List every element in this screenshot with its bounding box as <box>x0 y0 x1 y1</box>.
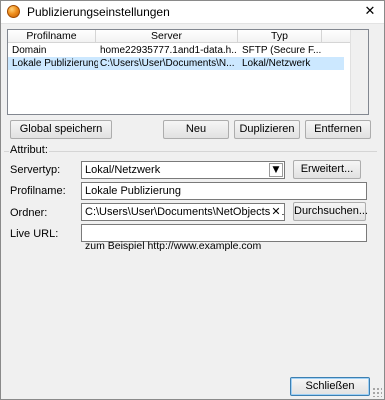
advanced-button[interactable]: Erweitert... <box>293 160 361 179</box>
clear-x-icon[interactable]: ✕ <box>270 204 282 220</box>
list-row-domain[interactable]: Domain home22935777.1and1-data.h... SFTP… <box>8 44 344 57</box>
list-header: Profilname Server Typ <box>8 30 368 44</box>
column-header-typ[interactable]: Typ <box>238 30 322 43</box>
profile-list[interactable]: Profilname Server Typ Domain home2293577… <box>7 29 369 115</box>
netobjects-app-icon <box>7 5 20 18</box>
cell-typ: Lokal/Netzwerk <box>242 58 311 69</box>
resize-grip-icon[interactable] <box>372 387 382 397</box>
column-header-filler <box>322 30 350 43</box>
server-type-select[interactable]: Lokal/Netzwerk ▼ <box>81 161 285 179</box>
profile-name-input[interactable]: Lokale Publizierung <box>81 182 367 200</box>
window-title: Publizierungseinstellungen <box>27 5 170 19</box>
column-header-server[interactable]: Server <box>96 30 238 43</box>
cell-server: C:\Users\User\Documents\N... <box>100 58 235 69</box>
browse-button[interactable]: Durchsuchen... <box>293 202 368 221</box>
cell-profilname: Lokale Publizierung <box>12 58 98 69</box>
cell-typ: SFTP (Secure F... <box>242 45 322 56</box>
cell-profilname: Domain <box>12 45 47 56</box>
live-url-example-hint: zum Beispiel http://www.example.com <box>85 240 262 252</box>
server-type-value: Lokal/Netzwerk <box>85 164 161 176</box>
title-bar: Publizierungseinstellungen ✕ <box>1 1 384 24</box>
attribute-group-label: Attribut: <box>9 144 49 156</box>
close-window-button[interactable]: ✕ <box>360 3 380 21</box>
chevron-down-icon[interactable]: ▼ <box>269 163 283 177</box>
duplicate-button[interactable]: Duplizieren <box>234 120 300 139</box>
profile-name-label: Profilname: <box>10 185 66 197</box>
global-save-button[interactable]: Global speichern <box>10 120 112 139</box>
server-type-label: Servertyp: <box>10 164 61 176</box>
remove-button[interactable]: Entfernen <box>305 120 371 139</box>
column-header-profilname[interactable]: Profilname <box>8 30 96 43</box>
folder-label: Ordner: <box>10 207 48 219</box>
live-url-label: Live URL: <box>10 228 59 240</box>
publish-settings-dialog: Publizierungseinstellungen ✕ Profilname … <box>0 0 385 400</box>
folder-value: C:\Users\User\Documents\NetObjects Fusio… <box>85 206 285 218</box>
close-button[interactable]: Schließen <box>290 377 370 396</box>
new-button[interactable]: Neu <box>163 120 229 139</box>
folder-input[interactable]: C:\Users\User\Documents\NetObjects Fusio… <box>81 203 285 221</box>
list-vertical-scrollbar[interactable] <box>350 30 368 114</box>
cell-server: home22935777.1and1-data.h... <box>100 45 236 56</box>
list-row-lokale-publizierung[interactable]: Lokale Publizierung C:\Users\User\Docume… <box>8 57 344 70</box>
